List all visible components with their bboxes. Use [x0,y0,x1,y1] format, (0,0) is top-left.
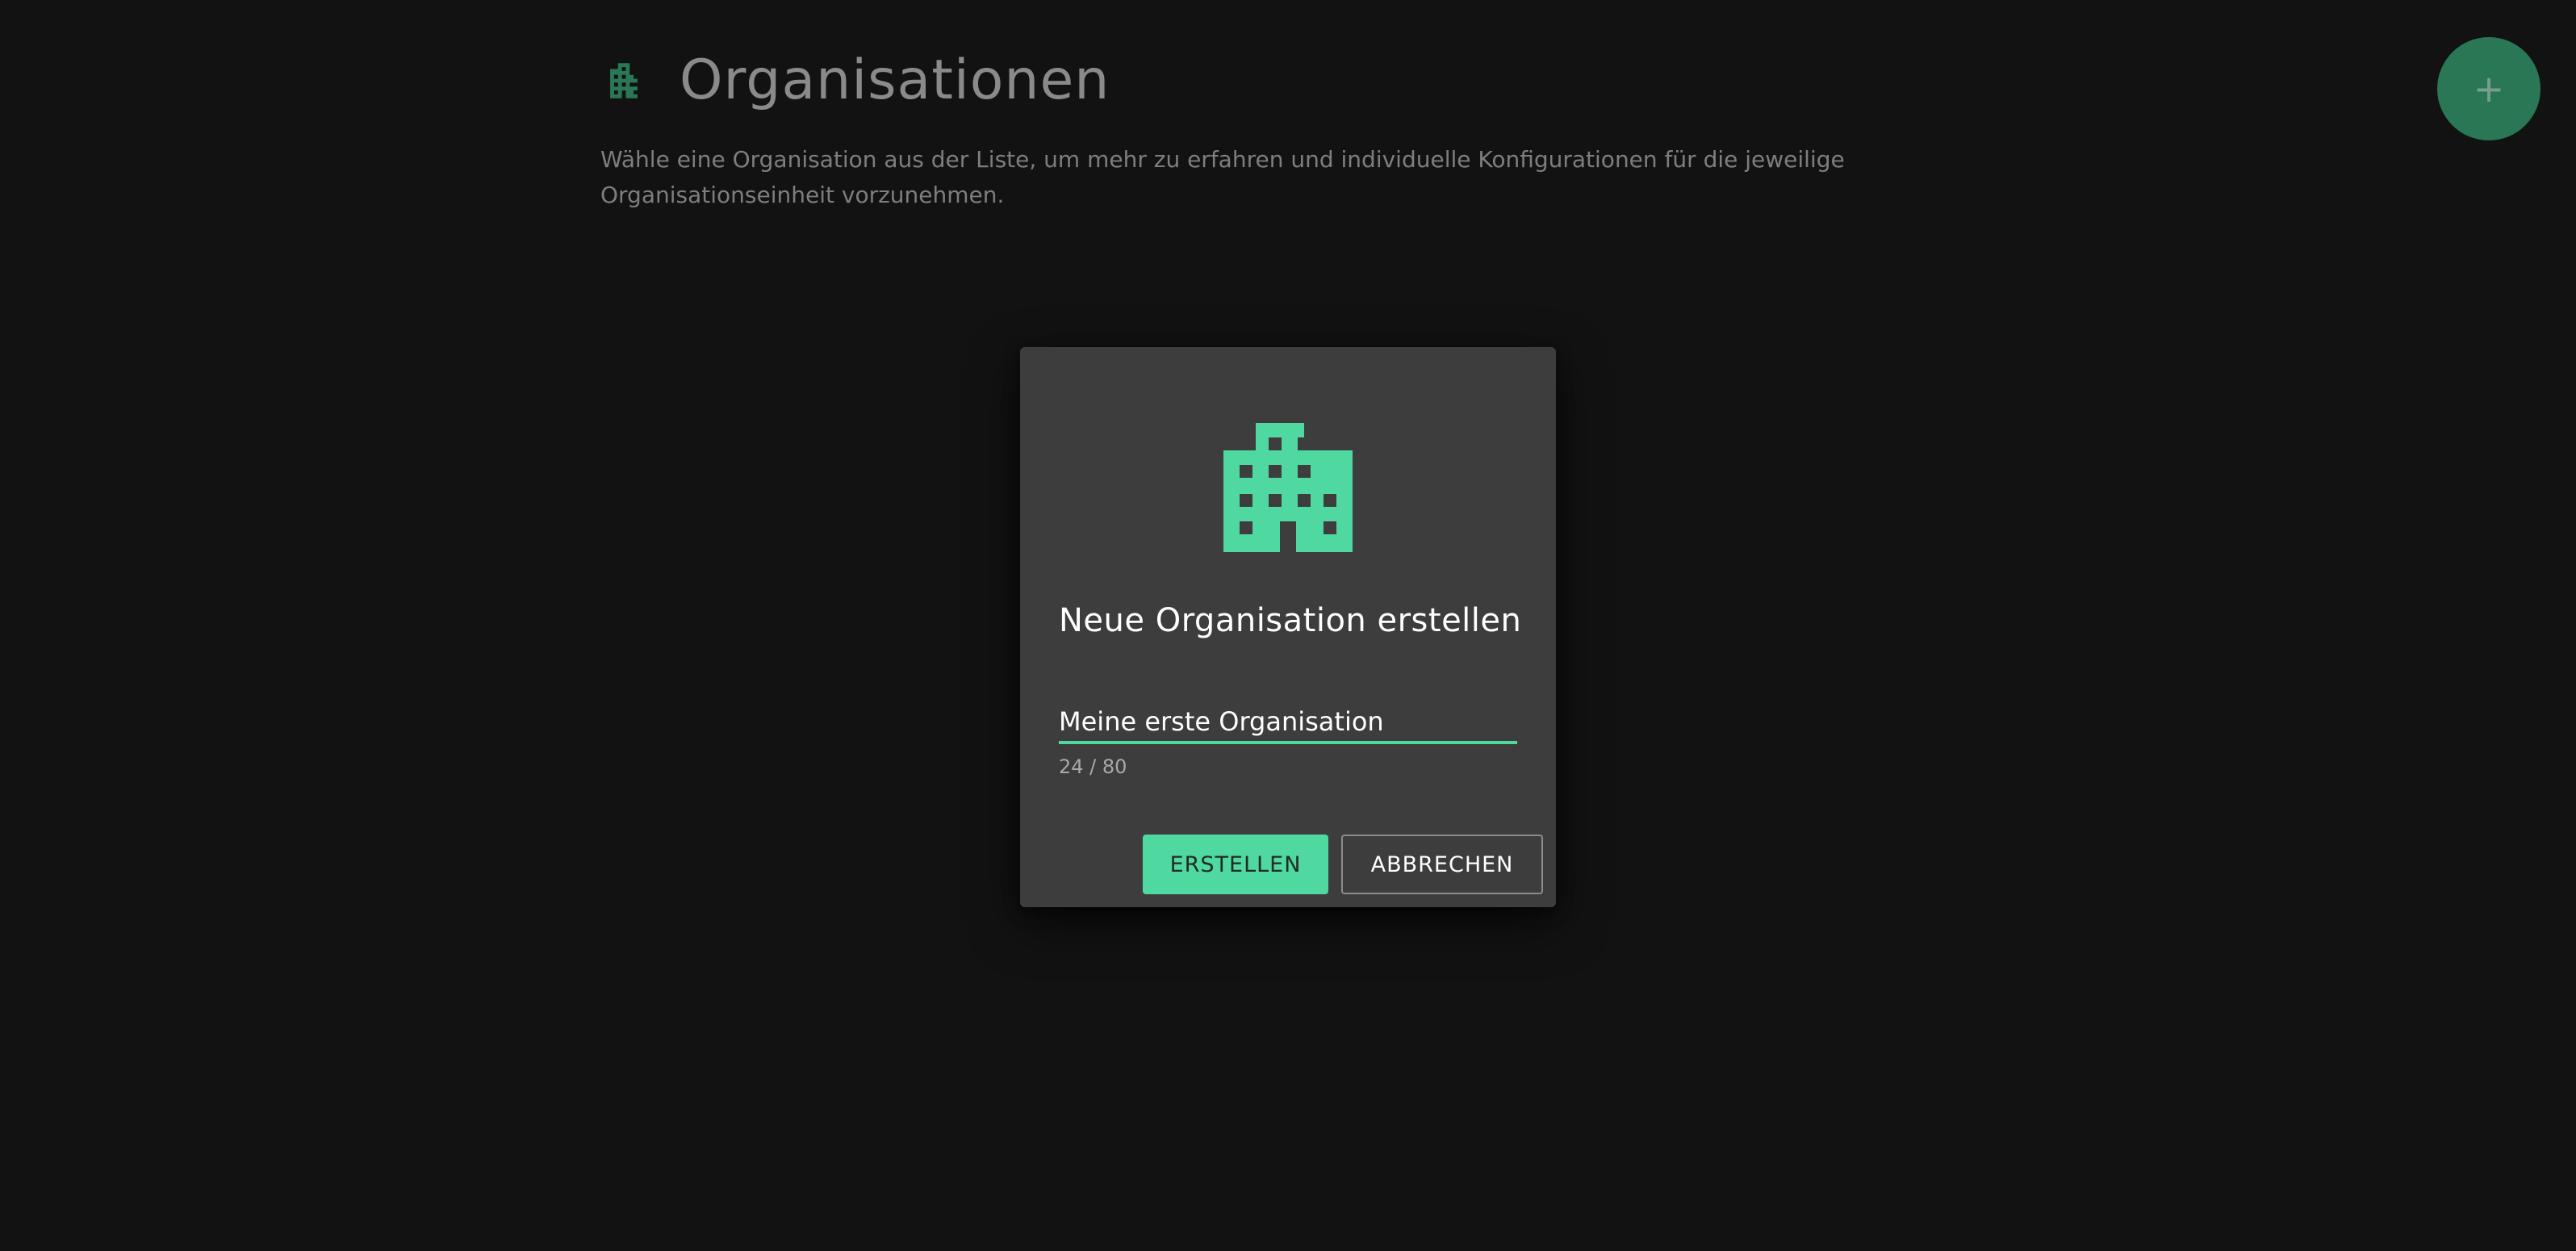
create-button[interactable]: ERSTELLEN [1143,835,1328,894]
dialog-title: Neue Organisation erstellen [1059,602,1522,639]
organisations-page: Organisationen Wähle eine Organisation a… [0,0,2576,1251]
building-icon [1223,423,1353,552]
character-counter: 24 / 80 [1059,755,1127,778]
organisation-name-input[interactable] [1059,702,1517,744]
cancel-button[interactable]: ABBRECHEN [1341,835,1543,894]
create-organisation-dialog: Neue Organisation erstellen 24 / 80 ERST… [1020,347,1556,907]
organisation-name-field: 24 / 80 [1059,702,1517,778]
